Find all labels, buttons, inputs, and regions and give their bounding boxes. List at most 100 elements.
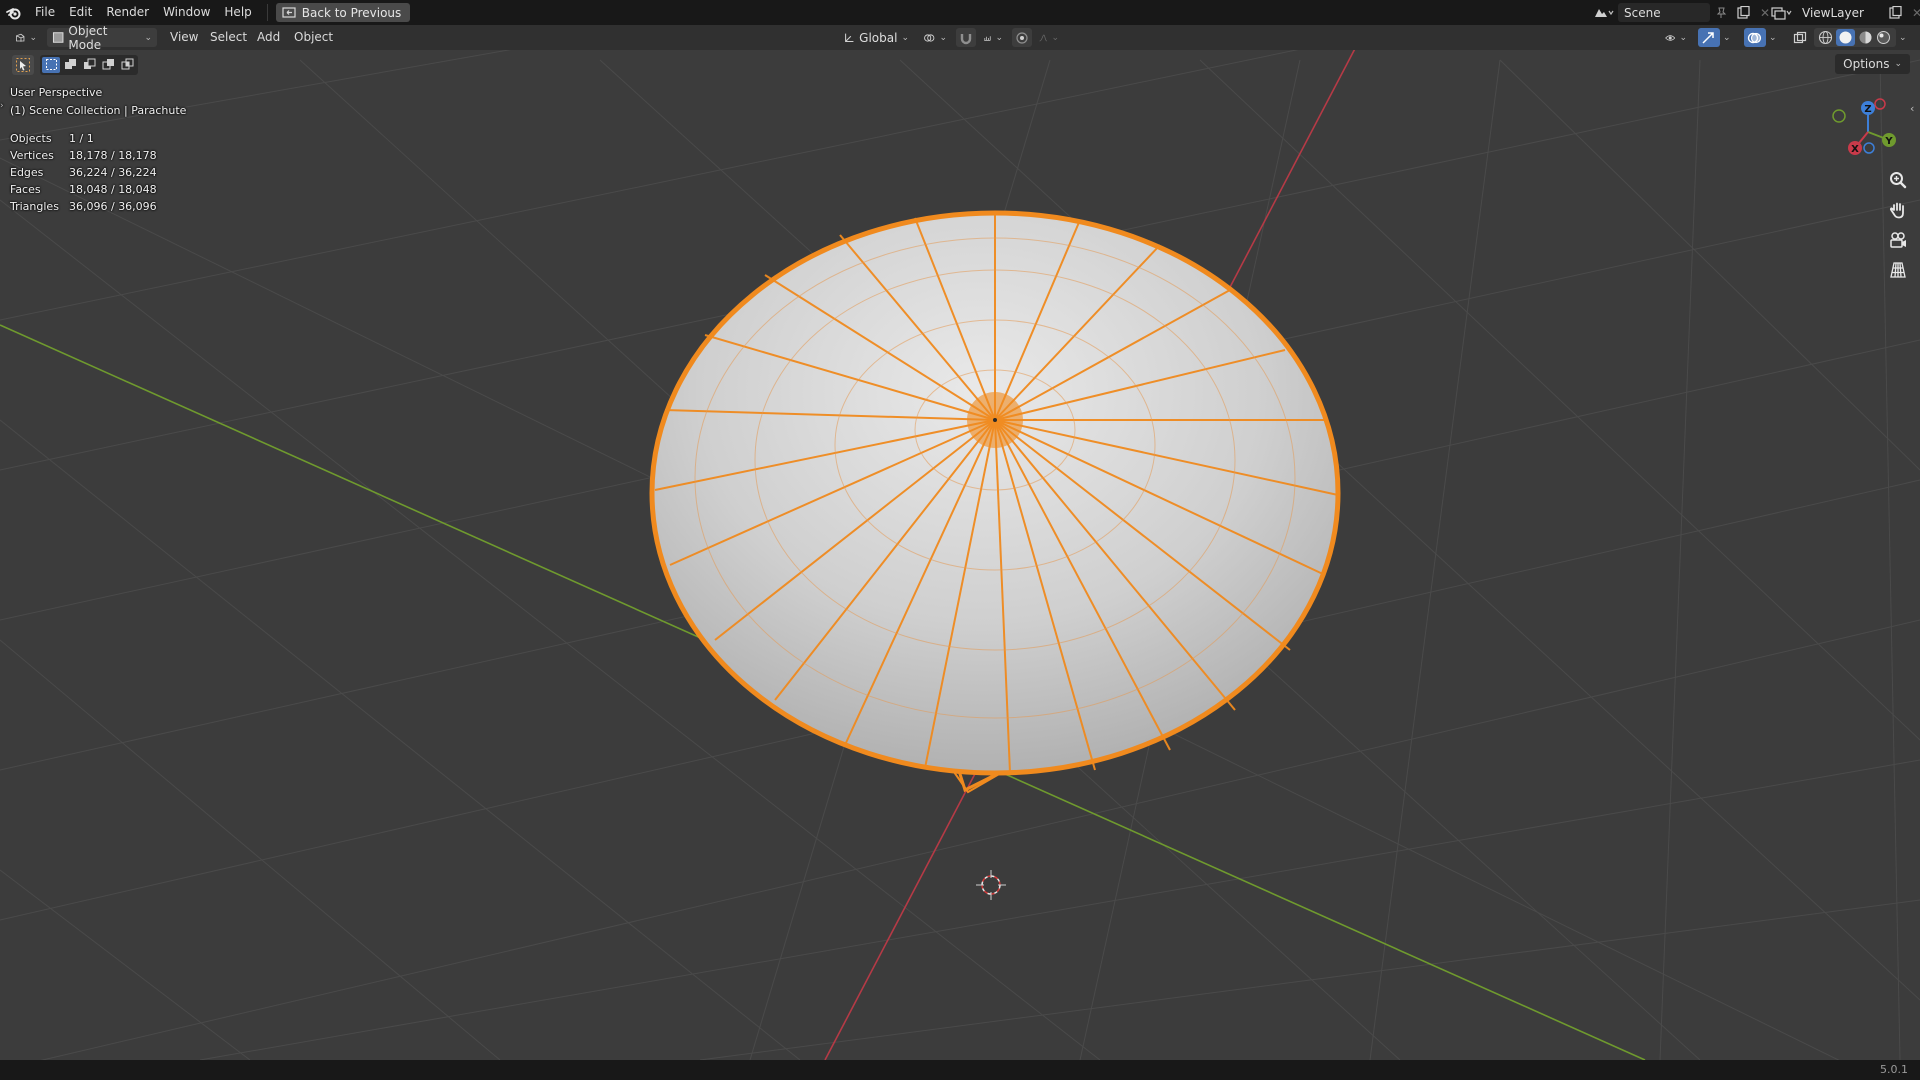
subtract-selection-button[interactable] xyxy=(80,57,98,73)
menu-view[interactable]: View xyxy=(170,28,198,47)
rendered-shading-icon[interactable] xyxy=(1876,30,1891,45)
transform-orientation-label: Global xyxy=(859,30,898,45)
sidebar-toggle-arrow-icon[interactable]: ‹ xyxy=(1910,102,1914,115)
menu-render[interactable]: Render xyxy=(99,0,156,25)
stat-value: 1 / 1 xyxy=(69,131,94,145)
snap-toggle[interactable] xyxy=(956,28,976,47)
wireframe-shading-icon[interactable] xyxy=(1818,30,1833,45)
new-scene-icon[interactable] xyxy=(1732,3,1754,22)
interaction-mode-dropdown[interactable]: Object Mode ⌄ xyxy=(47,24,157,52)
blender-logo-icon[interactable] xyxy=(0,0,28,25)
chevron-down-icon: ⌄ xyxy=(1769,32,1777,43)
snap-increment-icon xyxy=(984,35,991,41)
view-layer-type-icon[interactable] xyxy=(1766,3,1796,22)
zoom-button[interactable] xyxy=(1884,166,1912,194)
menu-window[interactable]: Window xyxy=(156,0,217,25)
snap-target-dropdown[interactable]: ⌄ xyxy=(978,28,1008,47)
tool-settings-row xyxy=(12,54,138,75)
options-dropdown[interactable]: Options ⌄ xyxy=(1835,54,1910,74)
pin-scene-icon[interactable] xyxy=(1710,3,1732,22)
back-to-previous-button[interactable]: Back to Previous xyxy=(275,3,411,22)
stat-label: Faces xyxy=(10,182,41,196)
navigation-gizmo[interactable]: Z Y X xyxy=(1826,92,1906,172)
view-layer-name-field[interactable]: ViewLayer xyxy=(1796,3,1884,22)
stat-value: 18,178 / 18,178 xyxy=(69,148,157,162)
stat-row: Triangles 36,096 / 36,096 xyxy=(10,199,157,216)
perspective-grid-icon xyxy=(1890,262,1906,278)
negative-x-axis-icon xyxy=(1874,98,1886,110)
overlays-options-dropdown[interactable]: ⌄ xyxy=(1766,28,1784,47)
solid-shading-button[interactable] xyxy=(1836,29,1855,46)
menu-object[interactable]: Object xyxy=(294,28,333,47)
chevron-down-icon: ⌄ xyxy=(901,32,909,43)
new-view-layer-icon[interactable] xyxy=(1884,3,1906,22)
solid-shading-icon xyxy=(1839,31,1852,44)
xray-toggle[interactable] xyxy=(1790,28,1812,47)
editor-type-selector[interactable]: ⌄ xyxy=(10,28,42,47)
menu-add[interactable]: Add xyxy=(257,28,280,47)
scene-type-icon[interactable] xyxy=(1588,3,1618,22)
version-label: 5.0.1 xyxy=(1880,1063,1908,1076)
menu-edit[interactable]: Edit xyxy=(62,0,99,25)
stat-value: 18,048 / 18,048 xyxy=(69,182,157,196)
object-mode-icon xyxy=(52,32,64,43)
collection-label: (1) Scene Collection | Parachute xyxy=(10,104,187,117)
scene-statistics: Objects 1 / 1 Vertices 18,178 / 18,178 Edg… xyxy=(10,131,157,216)
zoom-magnifier-icon xyxy=(1890,172,1907,189)
stat-value: 36,096 / 36,096 xyxy=(69,199,157,213)
pivot-point-icon xyxy=(924,33,935,42)
intersect-selection-button[interactable] xyxy=(118,57,136,73)
top-menu-bar: File Edit Render Window Help Back to Pre… xyxy=(0,0,1920,25)
active-tool-button[interactable] xyxy=(12,54,34,75)
stat-row: Vertices 18,178 / 18,178 xyxy=(10,148,157,165)
toggle-perspective-button[interactable] xyxy=(1884,256,1912,284)
stat-row: Objects 1 / 1 xyxy=(10,131,157,148)
overlays-icon xyxy=(1747,32,1762,43)
stat-value: 36,224 / 36,224 xyxy=(69,165,157,179)
viewport-header: ⌄ Object Mode ⌄ View Select Add Object G… xyxy=(0,24,1920,52)
shading-mode-group xyxy=(1814,28,1896,47)
set-new-selection-button[interactable] xyxy=(42,56,60,73)
back-screen-icon xyxy=(282,7,296,18)
status-bar: 5.0.1 xyxy=(0,1060,1920,1080)
expand-arrow-icon[interactable]: › xyxy=(0,101,4,111)
menu-file[interactable]: File xyxy=(28,0,62,25)
view-layer-name: ViewLayer xyxy=(1802,5,1864,20)
camera-view-button[interactable] xyxy=(1884,226,1912,254)
hand-pan-icon xyxy=(1889,202,1904,219)
select-subtract-icon xyxy=(83,58,95,69)
pan-button[interactable] xyxy=(1884,196,1912,224)
proportional-editing-icon xyxy=(1016,31,1028,44)
menu-select[interactable]: Select xyxy=(210,28,247,47)
invert-selection-button[interactable] xyxy=(99,57,117,73)
3d-viewport[interactable]: Options ⌄ User Perspective › (1) Scene C… xyxy=(0,50,1920,1060)
chevron-down-icon: ⌄ xyxy=(1723,32,1731,43)
remove-view-layer-icon[interactable]: ✕ xyxy=(1906,3,1920,22)
proportional-falloff-dropdown[interactable]: ⌄ xyxy=(1034,28,1064,47)
shading-options-dropdown[interactable]: ⌄ xyxy=(1896,28,1914,47)
perspective-label: User Perspective xyxy=(10,86,103,99)
falloff-curve-icon xyxy=(1039,34,1047,41)
scene-name-field[interactable]: Scene xyxy=(1618,3,1710,22)
pivot-point-dropdown[interactable]: ⌄ xyxy=(918,28,952,47)
chevron-down-icon: ⌄ xyxy=(939,32,947,43)
proportional-editing-toggle[interactable] xyxy=(1012,28,1032,47)
y-axis-label: Y xyxy=(1884,136,1893,147)
divider xyxy=(266,4,268,21)
material-shading-icon[interactable] xyxy=(1858,30,1873,45)
transform-orientation-dropdown[interactable]: Global ⌄ xyxy=(838,28,914,47)
menu-help[interactable]: Help xyxy=(217,0,258,25)
3d-cursor xyxy=(976,870,1006,900)
gizmo-options-dropdown[interactable]: ⌄ xyxy=(1720,28,1738,47)
gizmo-toggle[interactable] xyxy=(1698,28,1720,47)
select-extend-icon xyxy=(64,59,76,69)
object-visibility-dropdown[interactable]: ⌄ xyxy=(1660,28,1692,47)
select-intersect-icon xyxy=(121,58,133,70)
overlays-toggle[interactable] xyxy=(1744,28,1766,47)
stat-row: Faces 18,048 / 18,048 xyxy=(10,182,157,199)
chevron-down-icon: ⌄ xyxy=(29,32,37,43)
chevron-down-icon: ⌄ xyxy=(1051,32,1059,43)
chevron-down-icon: ⌄ xyxy=(144,32,152,43)
extend-selection-button[interactable] xyxy=(61,57,79,73)
negative-z-axis-icon xyxy=(1863,142,1875,154)
